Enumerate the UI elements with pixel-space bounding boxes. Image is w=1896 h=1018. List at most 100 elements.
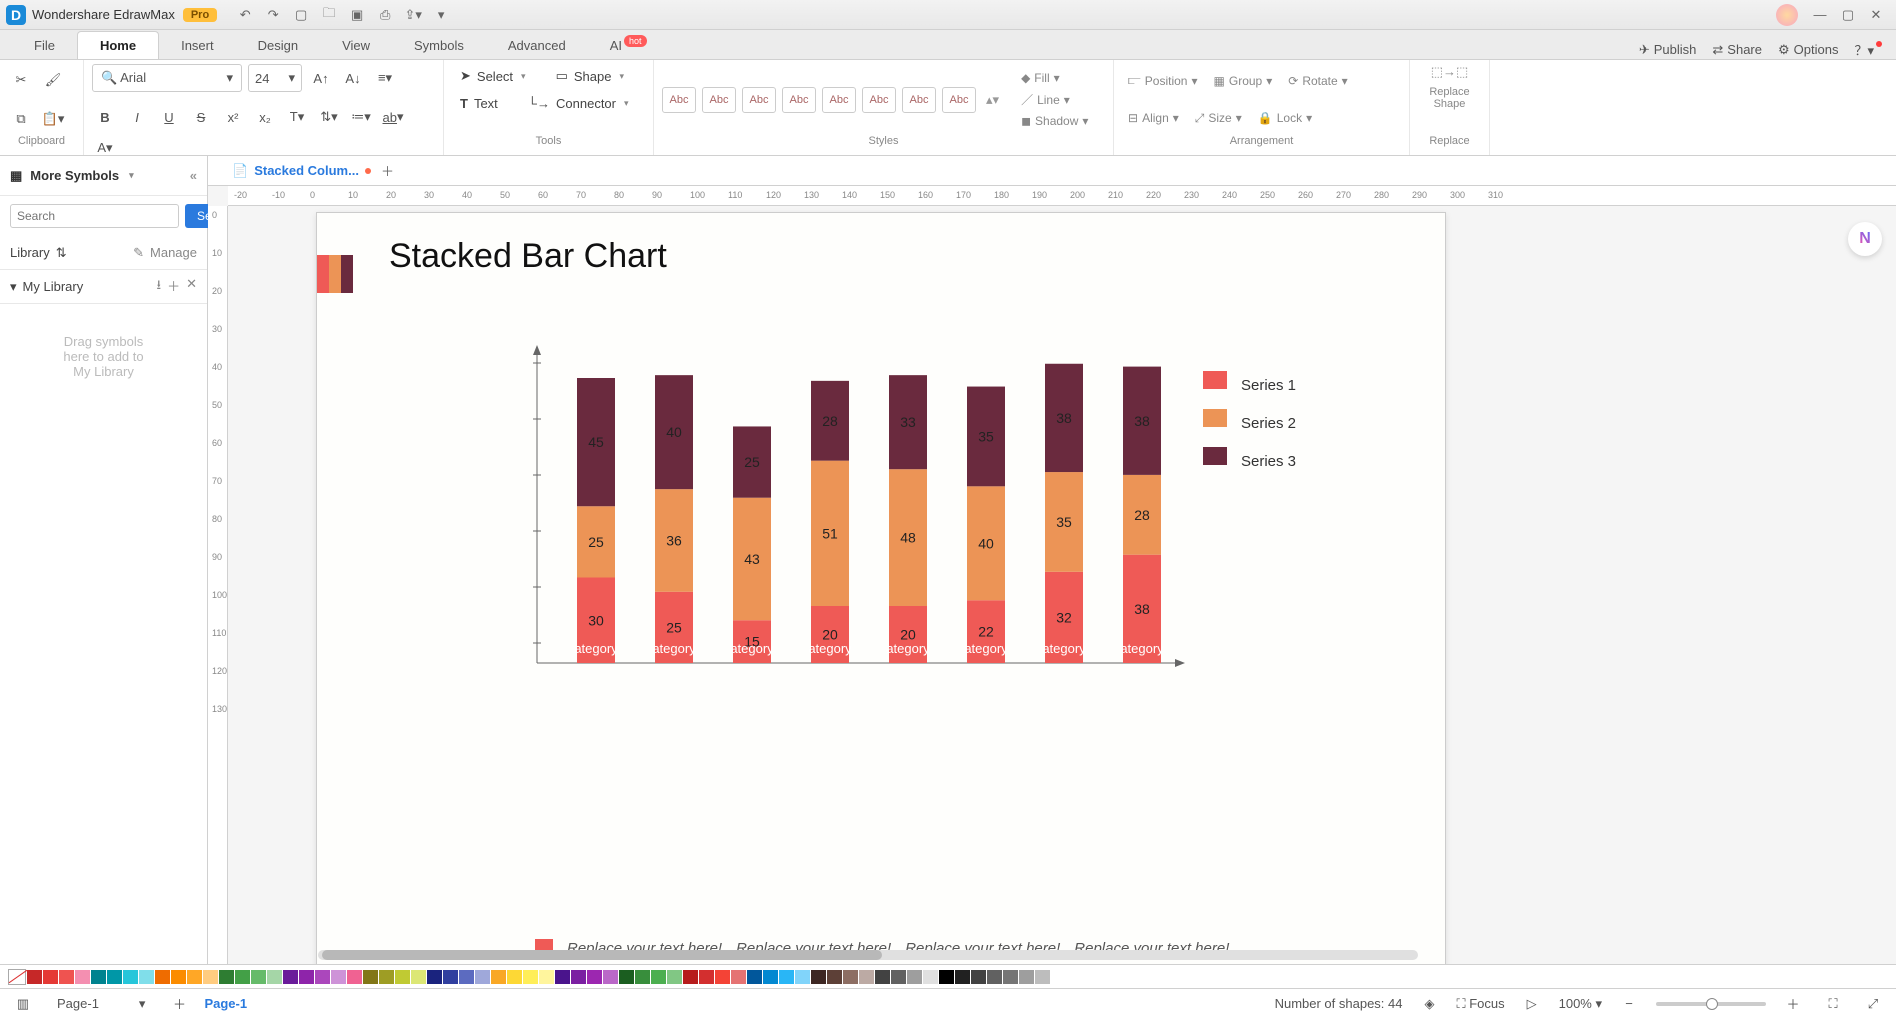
close-lib-icon[interactable]: ✕ bbox=[186, 276, 197, 298]
color-swatch[interactable] bbox=[603, 970, 618, 984]
presentation-icon[interactable]: ▷ bbox=[1519, 991, 1545, 1017]
avatar[interactable] bbox=[1776, 4, 1798, 26]
group-button[interactable]: ▦ Group▾ bbox=[1208, 72, 1279, 90]
color-swatch[interactable] bbox=[315, 970, 330, 984]
menu-design[interactable]: Design bbox=[236, 32, 320, 59]
cut-icon[interactable]: ✂ bbox=[8, 67, 34, 93]
style-swatch[interactable]: Abc bbox=[902, 87, 936, 113]
menu-insert[interactable]: Insert bbox=[159, 32, 236, 59]
menu-advanced[interactable]: Advanced bbox=[486, 32, 588, 59]
menu-symbols[interactable]: Symbols bbox=[392, 32, 486, 59]
import-icon[interactable]: ⭳ bbox=[157, 276, 162, 298]
ai-fab-button[interactable]: N bbox=[1848, 222, 1882, 256]
zoom-out-button[interactable]: − bbox=[1616, 991, 1642, 1017]
color-swatch[interactable] bbox=[251, 970, 266, 984]
align-button[interactable]: ⊟ Align▾ bbox=[1122, 109, 1185, 127]
color-swatch[interactable] bbox=[395, 970, 410, 984]
color-swatch[interactable] bbox=[1051, 970, 1066, 984]
color-swatch[interactable] bbox=[539, 970, 554, 984]
color-swatch[interactable] bbox=[859, 970, 874, 984]
page-list-icon[interactable]: ▥ bbox=[10, 991, 36, 1017]
color-swatch[interactable] bbox=[155, 970, 170, 984]
style-swatch[interactable]: Abc bbox=[782, 87, 816, 113]
increase-size-icon[interactable]: A↑ bbox=[308, 65, 334, 91]
new-tab-button[interactable]: ＋ bbox=[381, 161, 394, 180]
add-page-button[interactable]: ＋ bbox=[166, 991, 192, 1017]
canvas[interactable]: Stacked Bar Chart 302545ategory253640ate… bbox=[228, 206, 1896, 964]
style-swatch[interactable]: Abc bbox=[702, 87, 736, 113]
chart-title[interactable]: Stacked Bar Chart bbox=[389, 237, 667, 276]
color-swatch[interactable] bbox=[1003, 970, 1018, 984]
subscript-icon[interactable]: x₂ bbox=[252, 104, 278, 130]
color-swatch[interactable] bbox=[619, 970, 634, 984]
color-swatch[interactable] bbox=[843, 970, 858, 984]
color-swatch[interactable] bbox=[203, 970, 218, 984]
fill-button[interactable]: ◆ Fill▾ bbox=[1015, 69, 1094, 87]
color-swatch[interactable] bbox=[139, 970, 154, 984]
symbol-search-input[interactable] bbox=[10, 204, 179, 228]
color-swatch[interactable] bbox=[683, 970, 698, 984]
font-size[interactable]: 24▾ bbox=[248, 64, 302, 92]
color-swatch[interactable] bbox=[699, 970, 714, 984]
layers-icon[interactable]: ◈ bbox=[1416, 991, 1442, 1017]
color-swatch[interactable] bbox=[555, 970, 570, 984]
stacked-bar-chart[interactable]: 302545ategory253640ategory154325ategory2… bbox=[527, 343, 1187, 703]
lock-button[interactable]: 🔒 Lock▾ bbox=[1252, 109, 1318, 127]
menu-home[interactable]: Home bbox=[77, 31, 159, 59]
library-drop-zone[interactable]: Drag symbols here to add to My Library bbox=[0, 304, 207, 964]
fit-page-icon[interactable]: ⛶ bbox=[1820, 991, 1846, 1017]
close-button[interactable]: ✕ bbox=[1864, 3, 1888, 27]
color-swatch[interactable] bbox=[379, 970, 394, 984]
style-swatch[interactable]: Abc bbox=[822, 87, 856, 113]
color-swatch[interactable] bbox=[747, 970, 762, 984]
line-button[interactable]: ／ Line▾ bbox=[1015, 89, 1094, 110]
color-swatch[interactable] bbox=[331, 970, 346, 984]
export-icon[interactable]: ⇪▾ bbox=[401, 3, 425, 27]
select-tool[interactable]: ➤ Select▾ bbox=[452, 64, 534, 88]
menu-view[interactable]: View bbox=[320, 32, 392, 59]
document-tab[interactable]: 📄 Stacked Colum... bbox=[232, 163, 371, 179]
bullet-icon[interactable]: ≔▾ bbox=[348, 104, 374, 130]
position-button[interactable]: ⫍ Position▾ bbox=[1122, 71, 1204, 90]
align-para-icon[interactable]: ≡▾ bbox=[372, 65, 398, 91]
new-icon[interactable]: ▢ bbox=[289, 3, 313, 27]
fullscreen-icon[interactable]: ⤢ bbox=[1860, 991, 1886, 1017]
font-select[interactable]: 🔍 Arial▾ bbox=[92, 64, 242, 92]
color-swatch[interactable] bbox=[411, 970, 426, 984]
color-swatch[interactable] bbox=[523, 970, 538, 984]
zoom-value[interactable]: 100% ▾ bbox=[1559, 996, 1602, 1012]
color-swatch[interactable] bbox=[299, 970, 314, 984]
style-swatch[interactable]: Abc bbox=[742, 87, 776, 113]
color-swatch[interactable] bbox=[491, 970, 506, 984]
minimize-button[interactable]: ― bbox=[1808, 3, 1832, 27]
replace-shape-button[interactable]: Replace Shape bbox=[1429, 86, 1469, 110]
color-swatch[interactable] bbox=[987, 970, 1002, 984]
ruler-vertical[interactable]: 0102030405060708090100110120130 bbox=[208, 206, 228, 964]
size-button[interactable]: ⤢ Size▾ bbox=[1189, 109, 1248, 128]
color-swatch[interactable] bbox=[651, 970, 666, 984]
color-swatch[interactable] bbox=[667, 970, 682, 984]
print-icon[interactable]: ⎙ bbox=[373, 3, 397, 27]
copy-icon[interactable]: ⧉ bbox=[8, 106, 34, 132]
italic-icon[interactable]: I bbox=[124, 104, 150, 130]
line-spacing-icon[interactable]: ⇅▾ bbox=[316, 104, 342, 130]
paste-icon[interactable]: 📋▾ bbox=[40, 106, 66, 132]
style-swatch[interactable]: Abc bbox=[662, 87, 696, 113]
color-swatch[interactable] bbox=[107, 970, 122, 984]
highlight-icon[interactable]: ab▾ bbox=[380, 104, 406, 130]
color-swatch[interactable] bbox=[635, 970, 650, 984]
color-swatch[interactable] bbox=[443, 970, 458, 984]
menu-file[interactable]: File bbox=[12, 32, 77, 59]
color-swatch[interactable] bbox=[1035, 970, 1050, 984]
color-swatch[interactable] bbox=[219, 970, 234, 984]
ruler-horizontal[interactable]: -20-100102030405060708090100110120130140… bbox=[228, 186, 1896, 206]
zoom-in-button[interactable]: ＋ bbox=[1780, 991, 1806, 1017]
bold-icon[interactable]: B bbox=[92, 104, 118, 130]
style-swatch[interactable]: Abc bbox=[862, 87, 896, 113]
no-fill-swatch[interactable] bbox=[8, 969, 26, 985]
color-swatch[interactable] bbox=[507, 970, 522, 984]
strike-icon[interactable]: S bbox=[188, 104, 214, 130]
underline-icon[interactable]: U bbox=[156, 104, 182, 130]
scrollbar-horizontal[interactable] bbox=[318, 950, 1418, 960]
color-swatch[interactable] bbox=[875, 970, 890, 984]
